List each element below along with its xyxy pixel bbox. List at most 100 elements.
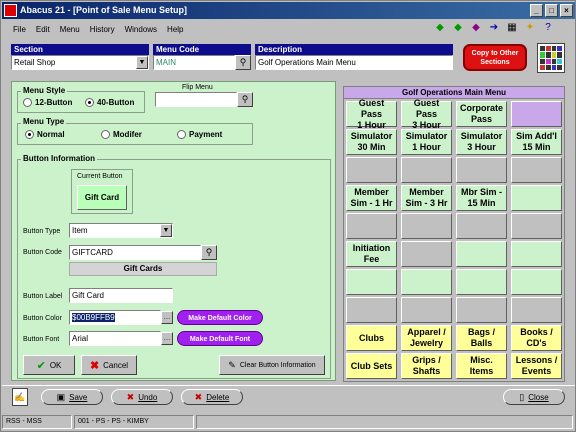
- delete-button[interactable]: ✖ Delete: [181, 389, 243, 405]
- button-color-value: $00B9FFB9: [72, 313, 115, 322]
- menu-grid-cell[interactable]: Sim Add'l 15 Min: [511, 129, 562, 155]
- menu-grid-cell[interactable]: [511, 213, 562, 239]
- menu-file[interactable]: File: [12, 24, 27, 35]
- menu-grid-cell[interactable]: [456, 269, 507, 295]
- ok-label: OK: [49, 360, 62, 370]
- menu-grid-cell[interactable]: Member Sim - 3 Hr: [401, 185, 452, 211]
- maximize-button[interactable]: □: [545, 4, 558, 17]
- check-icon: ✔: [36, 359, 46, 372]
- description-header: Description: [255, 44, 453, 55]
- radio-payment[interactable]: Payment: [177, 130, 222, 139]
- menu-grid-cell[interactable]: [456, 241, 507, 267]
- menu-grid-cell[interactable]: [511, 297, 562, 323]
- menu-grid-cell[interactable]: [511, 269, 562, 295]
- menu-grid-cell[interactable]: [511, 101, 562, 127]
- menu-grid-cell[interactable]: [401, 269, 452, 295]
- menu-grid-cell[interactable]: Simulator 3 Hour: [456, 129, 507, 155]
- menu-grid-cell[interactable]: [346, 157, 397, 183]
- gem-icon[interactable]: ◆: [469, 21, 483, 35]
- menu-grid-cell[interactable]: [456, 297, 507, 323]
- menu-grid-cell[interactable]: [346, 297, 397, 323]
- description-field[interactable]: Golf Operations Main Menu: [255, 55, 453, 70]
- menu-grid-cell[interactable]: Lessons / Events: [511, 353, 562, 379]
- menu-grid-cell[interactable]: [401, 297, 452, 323]
- menu-grid-cell[interactable]: Simulator 1 Hour: [401, 129, 452, 155]
- menu-grid-cell[interactable]: Member Sim - 1 Hr: [346, 185, 397, 211]
- cancel-button[interactable]: ✖ Cancel: [81, 355, 137, 375]
- menu-code-field[interactable]: MAIN: [153, 55, 235, 70]
- menu-grid-cell[interactable]: Corporate Pass: [456, 101, 507, 127]
- menu-grid-cell[interactable]: Initiation Fee: [346, 241, 397, 267]
- menu-grid-cell[interactable]: Apparel / Jewelry: [401, 325, 452, 351]
- button-type-dropdown-icon[interactable]: ▼: [160, 224, 172, 237]
- copy-to-other-sections-button[interactable]: Copy to Other Sections: [463, 44, 527, 71]
- help-icon[interactable]: ?: [541, 21, 555, 35]
- ok-button[interactable]: ✔ OK: [23, 355, 75, 375]
- flip-menu-search-icon[interactable]: ⚲: [237, 92, 253, 107]
- button-type-select[interactable]: Item: [69, 223, 173, 238]
- menu-grid-cell[interactable]: [456, 213, 507, 239]
- button-label-field[interactable]: Gift Card: [69, 288, 173, 303]
- section-select[interactable]: Retail Shop: [11, 55, 149, 70]
- close-window-button[interactable]: ×: [560, 4, 573, 17]
- radio-12-button[interactable]: 12-Button: [23, 98, 72, 107]
- save-button[interactable]: ▣ Save: [41, 389, 103, 405]
- menu-grid-cell[interactable]: [401, 241, 452, 267]
- flip-menu-field[interactable]: [155, 92, 237, 107]
- button-color-label: Button Color: [23, 315, 62, 322]
- status-bar: RSS - MSS 001 - PS - PS - KIMBY: [2, 415, 575, 431]
- button-font-picker-icon[interactable]: …: [161, 332, 173, 345]
- menu-grid-cell[interactable]: [511, 185, 562, 211]
- make-default-font-button[interactable]: Make Default Font: [177, 331, 263, 346]
- back-arrow-icon[interactable]: ◆: [433, 21, 447, 35]
- menu-grid-cell[interactable]: Simulator 30 Min: [346, 129, 397, 155]
- menu-grid-cell[interactable]: [511, 241, 562, 267]
- menu-grid-cell[interactable]: Guest Pass 3 Hour: [401, 98, 452, 130]
- button-font-field[interactable]: Arial: [69, 331, 161, 346]
- minimize-button[interactable]: _: [530, 4, 543, 17]
- menu-edit[interactable]: Edit: [35, 24, 51, 35]
- arrow-icon[interactable]: ➔: [487, 21, 501, 35]
- radio-normal[interactable]: Normal: [25, 130, 65, 139]
- menu-grid-cell[interactable]: [401, 213, 452, 239]
- door-icon: ▯: [519, 391, 525, 402]
- menu-windows[interactable]: Windows: [124, 24, 158, 35]
- menu-grid-cell[interactable]: Grips / Shafts: [401, 353, 452, 379]
- button-code-field[interactable]: GIFTCARD: [69, 245, 201, 260]
- menu-grid-cell[interactable]: [346, 269, 397, 295]
- close-button[interactable]: ▯ Close: [503, 389, 565, 405]
- menu-grid-cell[interactable]: [346, 213, 397, 239]
- button-color-field[interactable]: $00B9FFB9: [69, 310, 161, 325]
- grid-layout-icon[interactable]: [537, 43, 565, 73]
- section-dropdown-icon[interactable]: ▼: [136, 56, 148, 69]
- save-icon: ▣: [56, 391, 66, 402]
- current-button-preview[interactable]: Gift Card: [77, 185, 127, 210]
- menu-menu[interactable]: Menu: [59, 24, 81, 35]
- menu-grid-cell[interactable]: Books / CD's: [511, 325, 562, 351]
- make-default-color-button[interactable]: Make Default Color: [177, 310, 263, 325]
- menu-grid-cell[interactable]: Clubs: [346, 325, 397, 351]
- menu-code-search-icon[interactable]: ⚲: [235, 55, 251, 70]
- menu-history[interactable]: History: [89, 24, 116, 35]
- button-color-picker-icon[interactable]: …: [161, 311, 173, 324]
- calculator-icon[interactable]: ▦: [505, 21, 519, 35]
- button-code-description: Gift Cards: [69, 262, 217, 276]
- menu-grid-cell[interactable]: Misc. Items: [456, 353, 507, 379]
- button-code-search-icon[interactable]: ⚲: [201, 245, 217, 260]
- menu-help[interactable]: Help: [166, 24, 184, 35]
- menu-grid-cell[interactable]: Club Sets: [346, 353, 397, 379]
- notes-icon[interactable]: ✍: [12, 388, 28, 406]
- button-label-label: Button Label: [23, 293, 63, 300]
- menu-grid-cell[interactable]: Bags / Balls: [456, 325, 507, 351]
- radio-40-button[interactable]: 40-Button: [85, 98, 134, 107]
- menu-grid-cell[interactable]: Mbr Sim - 15 Min: [456, 185, 507, 211]
- menu-grid-cell[interactable]: [511, 157, 562, 183]
- forward-arrow-icon[interactable]: ◆: [451, 21, 465, 35]
- menu-grid-cell[interactable]: [456, 157, 507, 183]
- radio-modifier[interactable]: Modifer: [101, 130, 142, 139]
- runner-icon[interactable]: ✦: [523, 21, 537, 35]
- menu-grid-cell[interactable]: [401, 157, 452, 183]
- menu-grid-cell[interactable]: Guest Pass 1 Hour: [346, 98, 397, 130]
- clear-button-info-button[interactable]: ✎ Clear Button Information: [219, 355, 325, 375]
- undo-button[interactable]: ✖ Undo: [111, 389, 173, 405]
